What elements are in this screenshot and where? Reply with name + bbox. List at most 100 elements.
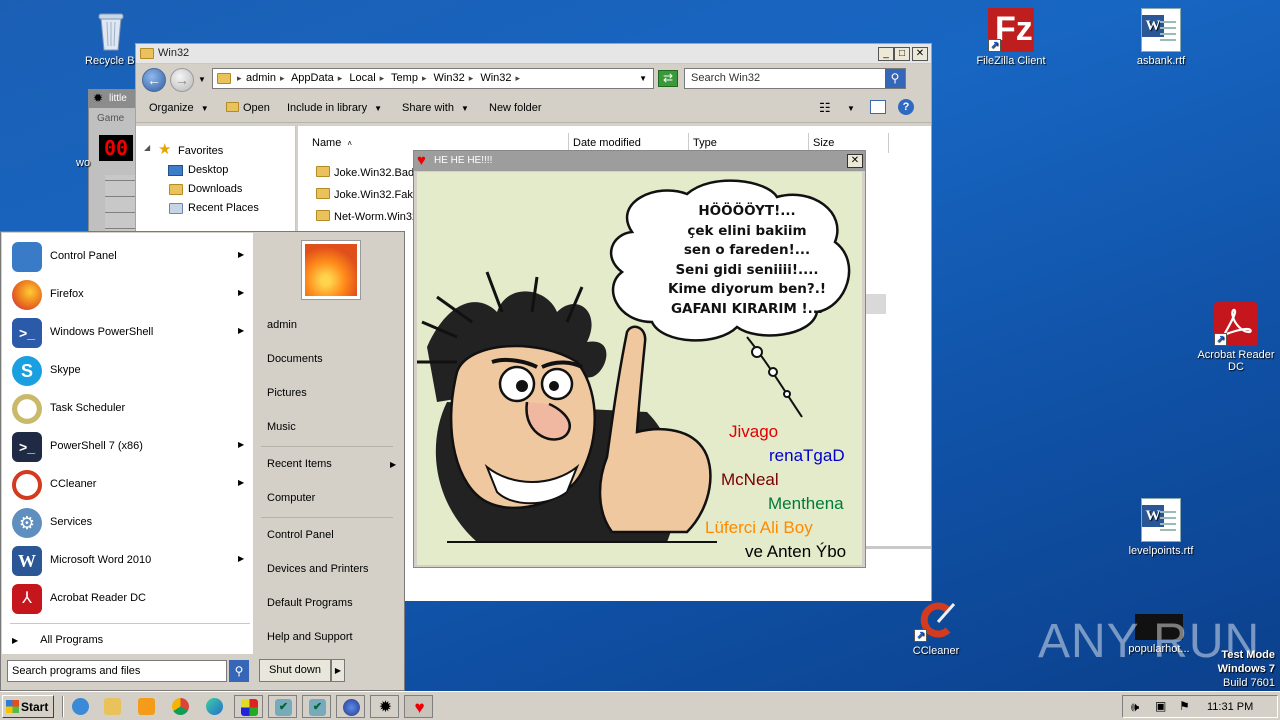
network-icon[interactable]: ▣	[1155, 699, 1166, 713]
start-item-ccleaner[interactable]: CCleaner ▶	[10, 466, 250, 502]
start-item-skype[interactable]: S Skype	[10, 352, 250, 388]
start-item-powershell-7[interactable]: >_ PowerShell 7 (x86) ▶	[10, 428, 250, 464]
start-search-input[interactable]: Search programs and files	[7, 660, 227, 682]
taskbar-app-3[interactable]: ✔	[302, 695, 331, 718]
favorites-expand-icon[interactable]: ◢	[144, 143, 150, 152]
back-arrow-icon[interactable]: ←	[142, 68, 166, 92]
nav-desktop[interactable]: Desktop	[188, 164, 228, 176]
start-item-services[interactable]: ⚙ Services	[10, 504, 250, 540]
start-item-task-scheduler[interactable]: Task Scheduler	[10, 390, 250, 426]
game-titlebar[interactable]: ✹ little	[89, 90, 135, 108]
powershell7-icon: >_	[12, 432, 42, 462]
search-icon[interactable]: ⚲	[885, 69, 905, 88]
joke-popup-window[interactable]: ♥ HE HE HE!!!! ✕ HÖÖÖÖYT!... çek elini b…	[413, 150, 866, 568]
search-input[interactable]: Search Win32 ⚲	[684, 68, 906, 89]
taskbar-edge[interactable]	[200, 695, 229, 718]
globe-app-icon	[343, 699, 360, 716]
firefox-icon	[12, 280, 42, 310]
start-item-control-panel[interactable]: Control Panel ▶	[10, 238, 250, 274]
start-button[interactable]: Start	[2, 695, 54, 718]
organize-menu[interactable]: Organize ▼	[149, 102, 209, 114]
start-item-acrobat[interactable]: ⅄ Acrobat Reader DC	[10, 580, 250, 616]
address-dropdown-icon[interactable]: ▼	[639, 74, 647, 83]
refresh-icon[interactable]: ⇄	[658, 70, 678, 87]
game-window[interactable]: ✹ little Game 00	[88, 89, 136, 249]
breadcrumb-win32[interactable]: Win32	[434, 72, 465, 84]
popup-titlebar[interactable]: ♥ HE HE HE!!!! ✕	[414, 151, 865, 171]
start-right-pictures[interactable]: Pictures	[267, 387, 307, 399]
share-with-menu[interactable]: Share with ▼	[402, 102, 469, 114]
popup-close-button[interactable]: ✕	[847, 154, 863, 168]
view-dropdown-icon[interactable]: ▼	[847, 104, 855, 113]
nav-downloads[interactable]: Downloads	[188, 183, 242, 195]
start-item-firefox[interactable]: Firefox ▶	[10, 276, 250, 312]
breadcrumb-temp[interactable]: Temp	[391, 72, 418, 84]
breadcrumb-separator-icon: ▸	[379, 73, 385, 83]
breadcrumb-local[interactable]: Local	[349, 72, 375, 84]
start-right-recent-items[interactable]: Recent Items	[267, 458, 332, 470]
breadcrumb-win32-current[interactable]: Win32	[480, 72, 511, 84]
os-build: Build 7601	[1223, 677, 1275, 689]
include-in-library-menu[interactable]: Include in library ▼	[287, 102, 382, 114]
breadcrumb-separator-icon: ▸	[279, 73, 285, 83]
recent-places-icon	[169, 203, 183, 214]
recent-pages-dropdown-icon[interactable]: ▼	[198, 75, 206, 84]
shut-down-button[interactable]: Shut down	[259, 659, 331, 682]
close-button[interactable]: ✕	[912, 47, 928, 61]
start-item-label: Firefox	[50, 288, 84, 300]
clock[interactable]: 11:31 PM	[1207, 701, 1253, 713]
start-right-help-and-support[interactable]: Help and Support	[267, 631, 353, 643]
view-options-icon[interactable]: ☷	[819, 100, 831, 116]
column-name-label: Name	[312, 137, 342, 149]
volume-icon[interactable]: 🕪	[1131, 699, 1139, 715]
start-item-windows-powershell[interactable]: >_ Windows PowerShell ▶	[10, 314, 250, 350]
preview-pane-icon[interactable]	[870, 100, 886, 114]
file-row[interactable]: Joke.Win32.Fake	[316, 188, 419, 201]
maximize-button[interactable]: □	[894, 47, 910, 61]
file-row[interactable]: Net-Worm.Win32	[316, 210, 418, 223]
speech-bubble-text: HÖÖÖÖYT!... çek elini bakiim sen o fared…	[637, 202, 857, 319]
help-icon[interactable]: ?	[898, 99, 914, 115]
taskbar-explorer[interactable]	[98, 695, 127, 718]
desktop-icon-filezilla[interactable]: Fz ↗ FileZilla Client	[968, 8, 1054, 67]
start-right-default-programs[interactable]: Default Programs	[267, 597, 353, 609]
user-picture[interactable]	[302, 241, 360, 299]
start-menu[interactable]: Control Panel ▶ Firefox ▶ >_ Windows Pow…	[0, 231, 405, 691]
nav-recent-places[interactable]: Recent Places	[188, 202, 259, 214]
taskbar-game[interactable]: ✹	[370, 695, 399, 718]
nav-favorites[interactable]: Favorites	[178, 145, 223, 157]
desktop-icon-levelpoints[interactable]: W levelpoints.rtf	[1118, 498, 1204, 557]
minimize-button[interactable]: _	[878, 47, 894, 61]
taskbar-chrome[interactable]	[166, 695, 195, 718]
action-center-flag-icon[interactable]: ⚑	[1179, 699, 1190, 713]
taskbar-media-player[interactable]	[132, 695, 161, 718]
address-bar[interactable]: ▸ admin ▸ AppData ▸ Local ▸ Temp ▸ Win32 ▸ Wi…	[212, 68, 654, 89]
taskbar-joke-popup[interactable]: ♥	[404, 695, 433, 718]
desktop-icon-acrobat[interactable]: ↗ Acrobat Reader DC	[1193, 302, 1279, 373]
taskbar-app-1[interactable]	[234, 695, 263, 718]
breadcrumb-admin[interactable]: admin	[246, 72, 276, 84]
start-right-devices-and-printers[interactable]: Devices and Printers	[267, 563, 369, 575]
start-item-microsoft-word[interactable]: W Microsoft Word 2010 ▶	[10, 542, 250, 578]
start-right-music[interactable]: Music	[267, 421, 296, 433]
file-row[interactable]: Joke.Win32.Bad	[316, 166, 414, 179]
desktop-icon-ccleaner[interactable]: ↗ CCleaner	[893, 598, 979, 657]
start-search-icon[interactable]: ⚲	[229, 660, 249, 682]
explorer-titlebar[interactable]: Win32 _ □ ✕	[136, 44, 931, 64]
game-menu[interactable]: Game	[97, 113, 124, 124]
all-programs-button[interactable]: ▶ All Programs	[12, 634, 103, 646]
desktop-icon-asbank[interactable]: W asbank.rtf	[1118, 8, 1204, 67]
taskbar-internet-explorer[interactable]	[66, 695, 95, 718]
taskbar-app-4[interactable]	[336, 695, 365, 718]
start-right-documents[interactable]: Documents	[267, 353, 323, 365]
forward-arrow-icon[interactable]: →	[170, 68, 194, 92]
breadcrumb-appdata[interactable]: AppData	[291, 72, 334, 84]
start-right-computer[interactable]: Computer	[267, 492, 315, 504]
all-programs-label: All Programs	[40, 634, 104, 646]
open-button[interactable]: Open	[226, 102, 270, 114]
shut-down-options-button[interactable]: ▶	[331, 659, 345, 682]
start-right-control-panel[interactable]: Control Panel	[267, 529, 334, 541]
new-folder-button[interactable]: New folder	[489, 102, 542, 114]
taskbar-app-2[interactable]: ✔	[268, 695, 297, 718]
start-right-admin[interactable]: admin	[267, 319, 297, 331]
